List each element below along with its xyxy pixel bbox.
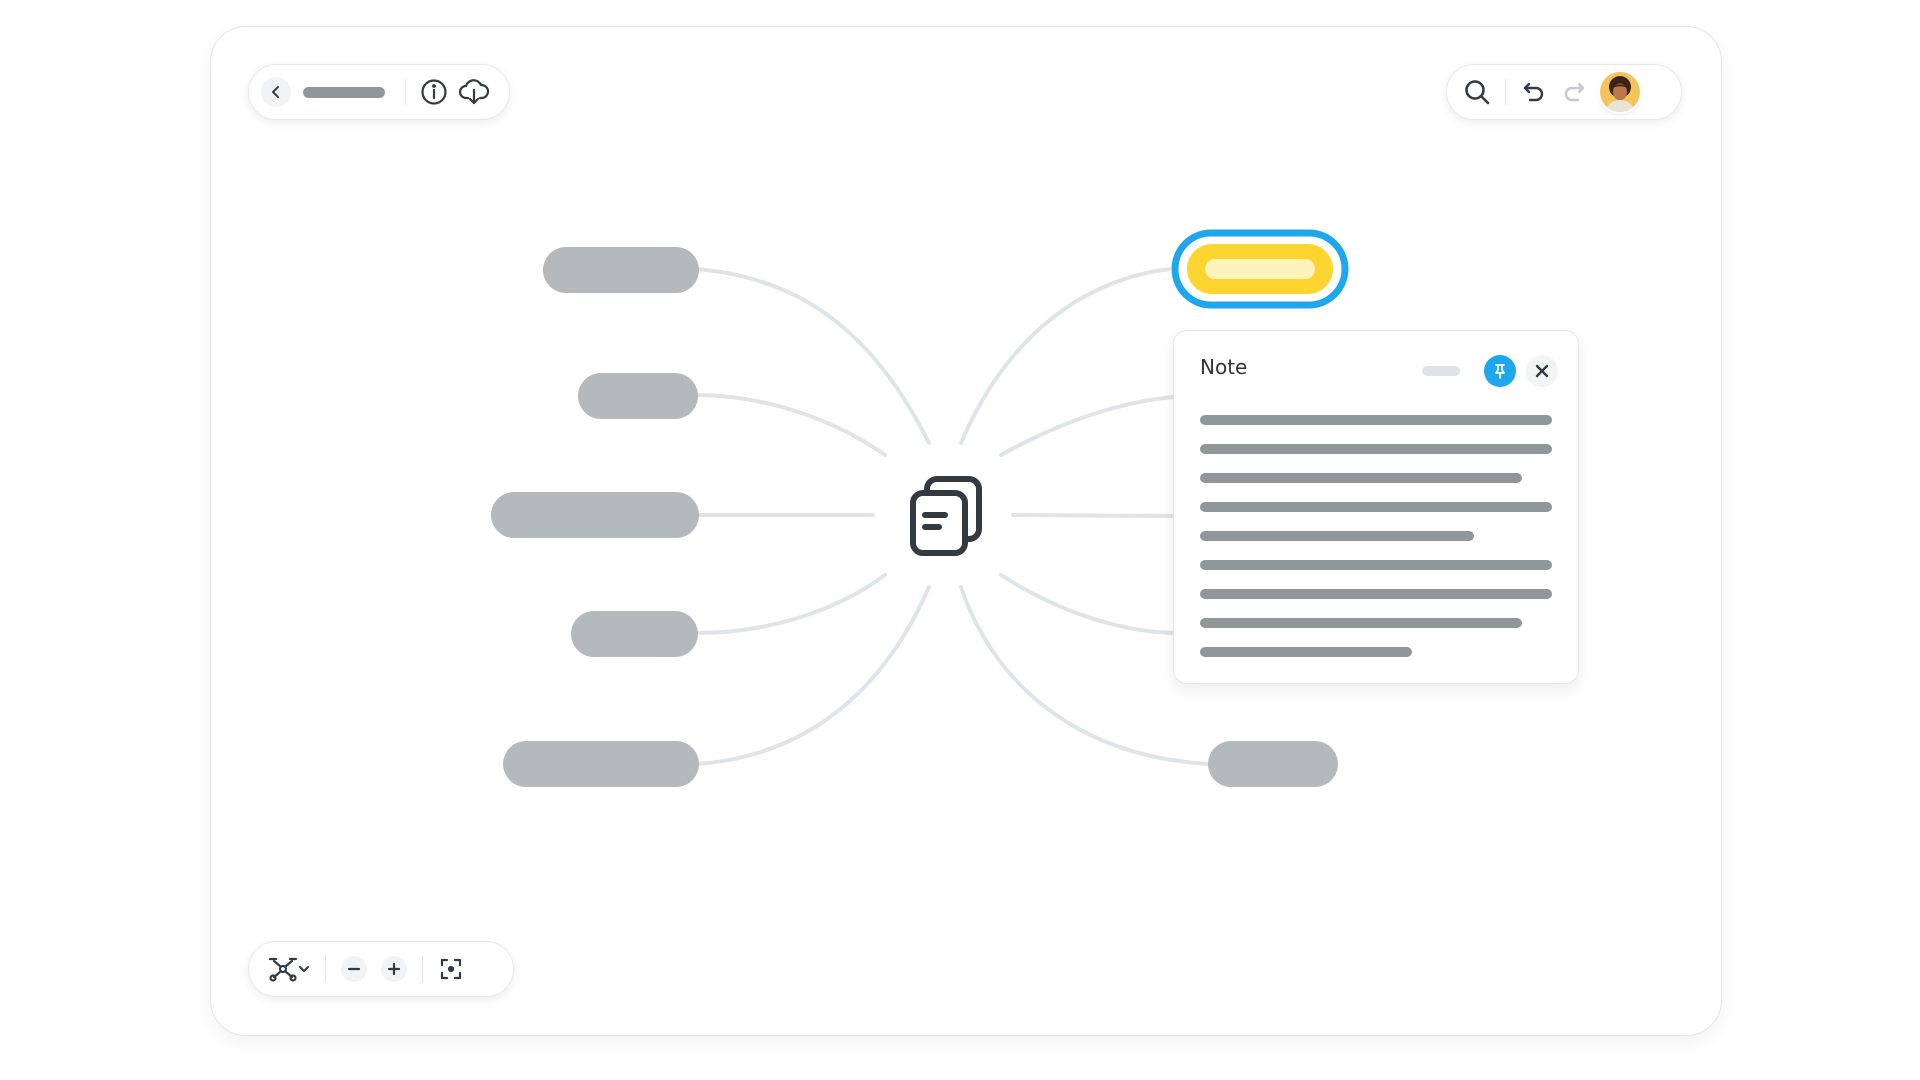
toolbar-divider bbox=[325, 956, 326, 982]
toolbar-divider bbox=[422, 956, 423, 982]
layout-menu-button[interactable] bbox=[261, 949, 317, 989]
note-text-line bbox=[1200, 647, 1412, 657]
topic-node-right-5[interactable] bbox=[1208, 741, 1338, 787]
zoom-out-button[interactable] bbox=[334, 949, 374, 989]
connector-left-4 bbox=[694, 573, 887, 635]
toolbar-divider bbox=[1505, 79, 1506, 105]
undo-button[interactable] bbox=[1514, 72, 1554, 112]
download-button[interactable] bbox=[454, 72, 494, 112]
connector-left-2 bbox=[694, 393, 887, 457]
connector-right-3 bbox=[1011, 513, 1175, 518]
note-text-line bbox=[1200, 589, 1552, 599]
note-text-line bbox=[1200, 531, 1474, 541]
search-button[interactable] bbox=[1457, 72, 1497, 112]
back-button[interactable] bbox=[261, 77, 291, 107]
note-title: Note bbox=[1200, 355, 1248, 379]
fit-screen-icon bbox=[440, 958, 462, 980]
mindmap-app-window: Note bbox=[210, 26, 1722, 1036]
close-icon bbox=[1535, 364, 1549, 378]
redo-button[interactable] bbox=[1554, 72, 1594, 112]
redo-icon bbox=[1564, 82, 1585, 102]
zoom-out-icon bbox=[347, 967, 361, 971]
user-menu-button[interactable] bbox=[1600, 72, 1640, 112]
topic-node-left-3[interactable] bbox=[491, 492, 699, 538]
zoom-in-button[interactable] bbox=[374, 949, 414, 989]
note-text-line bbox=[1200, 560, 1552, 570]
pin-icon bbox=[1495, 364, 1505, 379]
note-text-line bbox=[1200, 473, 1522, 483]
note-status-chip bbox=[1422, 366, 1460, 376]
actions-toolbar bbox=[1446, 64, 1682, 120]
info-button[interactable] bbox=[414, 72, 454, 112]
avatar bbox=[1600, 72, 1640, 112]
toolbar-divider bbox=[405, 79, 406, 105]
connector-right-1 bbox=[959, 267, 1171, 445]
view-toolbar bbox=[248, 941, 514, 997]
topic-node-left-5[interactable] bbox=[503, 741, 699, 787]
cloud-download-icon bbox=[458, 79, 490, 105]
topic-node-left-4[interactable] bbox=[571, 611, 698, 657]
note-text-line bbox=[1200, 502, 1552, 512]
search-icon bbox=[1465, 80, 1490, 105]
document-toolbar bbox=[248, 64, 510, 120]
chevron-left-icon bbox=[272, 86, 279, 98]
close-note-button[interactable] bbox=[1526, 355, 1558, 387]
note-text-line bbox=[1200, 444, 1552, 454]
undo-icon bbox=[1523, 82, 1544, 102]
topic-node-left-1[interactable] bbox=[543, 247, 699, 293]
documents-icon[interactable] bbox=[910, 476, 982, 556]
document-title[interactable] bbox=[303, 86, 385, 98]
topic-node-selected[interactable] bbox=[1171, 229, 1349, 309]
note-text-line bbox=[1200, 618, 1522, 628]
pin-note-button[interactable] bbox=[1484, 355, 1516, 387]
note-panel: Note bbox=[1173, 330, 1579, 684]
connector-right-4 bbox=[999, 573, 1175, 635]
topic-node-left-2[interactable] bbox=[578, 373, 698, 419]
mindmap-layout-icon bbox=[268, 957, 298, 982]
fit-screen-button[interactable] bbox=[431, 949, 471, 989]
note-text-line bbox=[1200, 415, 1552, 425]
zoom-in-icon bbox=[387, 962, 401, 976]
chevron-down-icon bbox=[299, 966, 309, 972]
info-icon bbox=[421, 79, 447, 105]
connector-right-2 bbox=[999, 395, 1175, 457]
